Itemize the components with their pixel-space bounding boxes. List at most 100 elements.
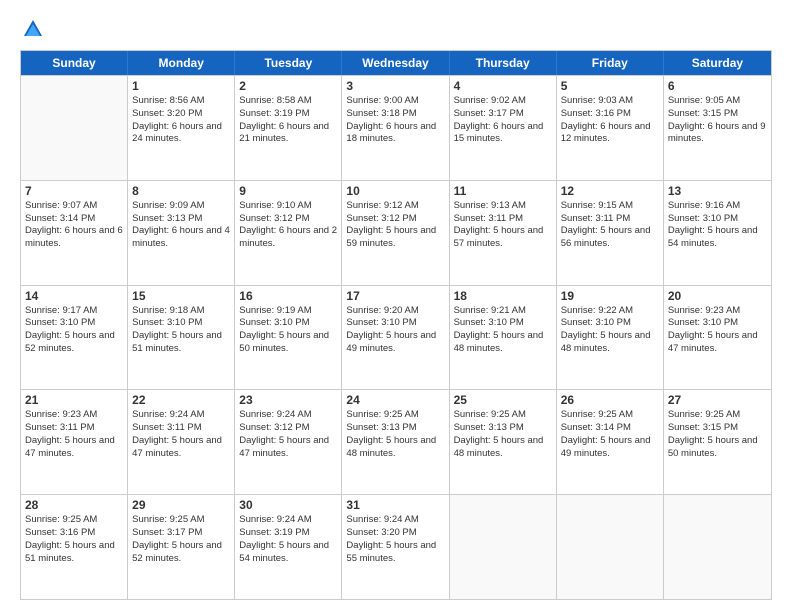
day-info: Sunrise: 9:23 AMSunset: 3:11 PMDaylight:… — [25, 409, 123, 460]
day-cell: 26 Sunrise: 9:25 AMSunset: 3:14 PMDayligh… — [557, 390, 664, 494]
day-info: Sunrise: 9:25 AMSunset: 3:14 PMDaylight:… — [561, 409, 659, 460]
day-info: Sunrise: 9:17 AMSunset: 3:10 PMDaylight:… — [25, 305, 123, 356]
day-cell: 8Sunrise: 9:09 AMSunset: 3:13 PMDaylight… — [128, 181, 235, 285]
weekday-header-monday: Monday — [128, 51, 235, 75]
day-info: Sunrise: 9:23 AMSunset: 3:10 PMDaylight:… — [668, 305, 767, 356]
day-cell: 22 Sunrise: 9:24 AMSunset: 3:11 PMDayligh… — [128, 390, 235, 494]
day-info: Sunrise: 9:25 AMSunset: 3:15 PMDaylight:… — [668, 409, 767, 460]
day-info: Sunrise: 9:25 AMSunset: 3:17 PMDaylight:… — [132, 514, 230, 565]
day-number: 17 — [346, 289, 444, 303]
day-cell: 27 Sunrise: 9:25 AMSunset: 3:15 PMDayligh… — [664, 390, 771, 494]
day-cell: 25 Sunrise: 9:25 AMSunset: 3:13 PMDayligh… — [450, 390, 557, 494]
day-number: 31 — [346, 498, 444, 512]
day-info: Sunrise: 9:25 AMSunset: 3:16 PMDaylight:… — [25, 514, 123, 565]
day-info: Sunrise: 9:12 AMSunset: 3:12 PMDaylight:… — [346, 200, 444, 251]
day-number: 29 — [132, 498, 230, 512]
day-cell: 24 Sunrise: 9:25 AMSunset: 3:13 PMDayligh… — [342, 390, 449, 494]
day-number: 26 — [561, 393, 659, 407]
day-info: Sunrise: 9:18 AMSunset: 3:10 PMDaylight:… — [132, 305, 230, 356]
day-info: Sunrise: 9:02 AMSunset: 3:17 PMDaylight:… — [454, 95, 552, 146]
day-cell: 11 Sunrise: 9:13 AMSunset: 3:11 PMDayligh… — [450, 181, 557, 285]
day-cell: 3Sunrise: 9:00 AMSunset: 3:18 PMDaylight… — [342, 76, 449, 180]
day-info: Sunrise: 9:20 AMSunset: 3:10 PMDaylight:… — [346, 305, 444, 356]
day-number: 6 — [668, 79, 767, 93]
day-info: Sunrise: 9:24 AMSunset: 3:19 PMDaylight:… — [239, 514, 337, 565]
day-info: Sunrise: 9:24 AMSunset: 3:12 PMDaylight:… — [239, 409, 337, 460]
day-cell: 29 Sunrise: 9:25 AMSunset: 3:17 PMDayligh… — [128, 495, 235, 599]
day-info: Sunrise: 9:22 AMSunset: 3:10 PMDaylight:… — [561, 305, 659, 356]
day-number: 15 — [132, 289, 230, 303]
day-cell: 20 Sunrise: 9:23 AMSunset: 3:10 PMDayligh… — [664, 286, 771, 390]
day-cell: 14 Sunrise: 9:17 AMSunset: 3:10 PMDayligh… — [21, 286, 128, 390]
day-cell: 31 Sunrise: 9:24 AMSunset: 3:20 PMDayligh… — [342, 495, 449, 599]
day-info: Sunrise: 9:03 AMSunset: 3:16 PMDaylight:… — [561, 95, 659, 146]
day-number: 7 — [25, 184, 123, 198]
day-info: Sunrise: 9:13 AMSunset: 3:11 PMDaylight:… — [454, 200, 552, 251]
day-number: 22 — [132, 393, 230, 407]
day-number: 14 — [25, 289, 123, 303]
day-number: 18 — [454, 289, 552, 303]
day-number: 5 — [561, 79, 659, 93]
day-cell: 19 Sunrise: 9:22 AMSunset: 3:10 PMDayligh… — [557, 286, 664, 390]
day-number: 16 — [239, 289, 337, 303]
week-row-3: 14 Sunrise: 9:17 AMSunset: 3:10 PMDayligh… — [21, 285, 771, 390]
week-row-1: 1Sunrise: 8:56 AMSunset: 3:20 PMDaylight… — [21, 75, 771, 180]
day-info: Sunrise: 9:15 AMSunset: 3:11 PMDaylight:… — [561, 200, 659, 251]
day-info: Sunrise: 9:09 AMSunset: 3:13 PMDaylight:… — [132, 200, 230, 251]
day-info: Sunrise: 9:24 AMSunset: 3:20 PMDaylight:… — [346, 514, 444, 565]
calendar-header-row: SundayMondayTuesdayWednesdayThursdayFrid… — [21, 51, 771, 75]
weekday-header-sunday: Sunday — [21, 51, 128, 75]
day-cell: 12 Sunrise: 9:15 AMSunset: 3:11 PMDayligh… — [557, 181, 664, 285]
weekday-header-friday: Friday — [557, 51, 664, 75]
day-info: Sunrise: 9:19 AMSunset: 3:10 PMDaylight:… — [239, 305, 337, 356]
day-cell: 9 Sunrise: 9:10 AMSunset: 3:12 PMDaylight… — [235, 181, 342, 285]
day-number: 12 — [561, 184, 659, 198]
day-info: Sunrise: 9:25 AMSunset: 3:13 PMDaylight:… — [346, 409, 444, 460]
day-number: 20 — [668, 289, 767, 303]
week-row-2: 7 Sunrise: 9:07 AMSunset: 3:14 PMDaylight… — [21, 180, 771, 285]
day-number: 30 — [239, 498, 337, 512]
day-number: 24 — [346, 393, 444, 407]
day-number: 25 — [454, 393, 552, 407]
header — [20, 18, 772, 40]
day-number: 19 — [561, 289, 659, 303]
day-cell: 2Sunrise: 8:58 AMSunset: 3:19 PMDaylight… — [235, 76, 342, 180]
day-cell: 1Sunrise: 8:56 AMSunset: 3:20 PMDaylight… — [128, 76, 235, 180]
day-info: Sunrise: 9:05 AMSunset: 3:15 PMDaylight:… — [668, 95, 767, 146]
day-cell: 23 Sunrise: 9:24 AMSunset: 3:12 PMDayligh… — [235, 390, 342, 494]
day-number: 27 — [668, 393, 767, 407]
day-cell — [557, 495, 664, 599]
week-row-4: 21Sunrise: 9:23 AMSunset: 3:11 PMDayligh… — [21, 389, 771, 494]
day-number: 23 — [239, 393, 337, 407]
day-number: 10 — [346, 184, 444, 198]
logo-icon — [22, 18, 44, 40]
page: SundayMondayTuesdayWednesdayThursdayFrid… — [0, 0, 792, 612]
day-number: 28 — [25, 498, 123, 512]
day-number: 11 — [454, 184, 552, 198]
day-number: 9 — [239, 184, 337, 198]
day-number: 13 — [668, 184, 767, 198]
day-cell: 28 Sunrise: 9:25 AMSunset: 3:16 PMDayligh… — [21, 495, 128, 599]
day-info: Sunrise: 9:07 AMSunset: 3:14 PMDaylight:… — [25, 200, 123, 251]
week-row-5: 28 Sunrise: 9:25 AMSunset: 3:16 PMDayligh… — [21, 494, 771, 599]
day-number: 1 — [132, 79, 230, 93]
weekday-header-wednesday: Wednesday — [342, 51, 449, 75]
day-info: Sunrise: 9:24 AMSunset: 3:11 PMDaylight:… — [132, 409, 230, 460]
weekday-header-tuesday: Tuesday — [235, 51, 342, 75]
day-number: 2 — [239, 79, 337, 93]
day-cell — [450, 495, 557, 599]
day-info: Sunrise: 9:25 AMSunset: 3:13 PMDaylight:… — [454, 409, 552, 460]
day-cell: 30 Sunrise: 9:24 AMSunset: 3:19 PMDayligh… — [235, 495, 342, 599]
logo — [20, 18, 44, 40]
day-cell: 15 Sunrise: 9:18 AMSunset: 3:10 PMDayligh… — [128, 286, 235, 390]
day-cell: 6 Sunrise: 9:05 AMSunset: 3:15 PMDaylight… — [664, 76, 771, 180]
day-cell: 21Sunrise: 9:23 AMSunset: 3:11 PMDayligh… — [21, 390, 128, 494]
calendar: SundayMondayTuesdayWednesdayThursdayFrid… — [20, 50, 772, 600]
day-info: Sunrise: 9:21 AMSunset: 3:10 PMDaylight:… — [454, 305, 552, 356]
day-cell: 16 Sunrise: 9:19 AMSunset: 3:10 PMDayligh… — [235, 286, 342, 390]
weekday-header-thursday: Thursday — [450, 51, 557, 75]
day-cell — [21, 76, 128, 180]
calendar-body: 1Sunrise: 8:56 AMSunset: 3:20 PMDaylight… — [21, 75, 771, 599]
day-info: Sunrise: 9:10 AMSunset: 3:12 PMDaylight:… — [239, 200, 337, 251]
day-cell: 13Sunrise: 9:16 AMSunset: 3:10 PMDayligh… — [664, 181, 771, 285]
